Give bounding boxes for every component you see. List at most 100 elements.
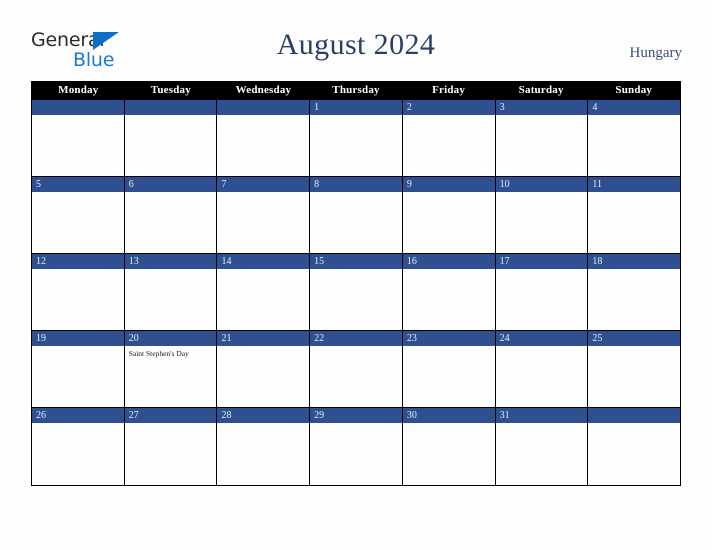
calendar-day-cell[interactable]: 6 [124,177,218,253]
calendar-day-cell[interactable]: 27 [124,408,218,485]
day-number: 1 [310,100,402,115]
calendar-day-cell[interactable]: 14 [217,254,311,330]
calendar-day-cell[interactable]: 3 [495,100,589,176]
day-events [217,192,309,253]
weekday-header-row: Monday Tuesday Wednesday Thursday Friday… [32,81,680,100]
calendar-week-row: 1234 [32,100,681,177]
day-number: 25 [588,331,681,346]
page-title: August 2024 [276,28,436,61]
weekday-header-tuesday: Tuesday [150,84,191,96]
day-number [124,100,217,115]
calendar-day-cell[interactable]: 30 [402,408,496,485]
day-number: 16 [402,254,495,269]
day-events: Saint Stephen's Day [125,346,217,407]
calendar-day-cell[interactable]: 15 [310,254,403,330]
day-number [217,100,310,115]
day-number: 9 [402,177,495,192]
day-number: 6 [124,177,217,192]
calendar-day-cell[interactable]: 7 [217,177,311,253]
day-events [217,269,309,330]
calendar-day-cell[interactable]: 4 [588,100,681,176]
weekday-header-monday: Monday [58,84,99,96]
calendar-day-cell[interactable]: 29 [310,408,403,485]
day-events [588,423,680,485]
day-number: 17 [495,254,588,269]
day-number: 13 [124,254,217,269]
weekday-header-thursday: Thursday [332,84,380,96]
day-events [125,115,217,176]
calendar-day-cell[interactable]: 23 [402,331,496,407]
calendar-day-cell[interactable]: 21 [217,331,311,407]
calendar-day-cell[interactable]: 26 [32,408,125,485]
day-number: 15 [310,254,402,269]
day-number: 10 [495,177,588,192]
day-events [496,115,588,176]
weekday-header-friday: Friday [432,84,466,96]
calendar-day-cell[interactable] [217,100,311,176]
day-events [403,192,495,253]
day-events [125,192,217,253]
day-number: 5 [32,177,124,192]
day-number: 19 [32,331,124,346]
day-number: 3 [495,100,588,115]
calendar-day-cell[interactable]: 20 Saint Stephen's Day [124,331,218,407]
calendar-day-cell[interactable]: 22 [310,331,403,407]
calendar-day-cell[interactable] [32,100,125,176]
day-events [310,346,402,407]
day-events [310,115,402,176]
day-events [403,423,495,485]
day-events [310,192,402,253]
day-number: 8 [310,177,402,192]
day-number: 4 [588,100,681,115]
calendar-day-cell[interactable] [124,100,218,176]
day-number: 14 [217,254,310,269]
calendar-day-cell[interactable]: 12 [32,254,125,330]
calendar-day-cell[interactable]: 24 [495,331,589,407]
day-number: 28 [217,408,310,423]
day-number: 27 [124,408,217,423]
calendar-grid: Monday Tuesday Wednesday Thursday Friday… [31,81,681,486]
weekday-header-sunday: Sunday [615,84,653,96]
calendar-week-row: 19 20 Saint Stephen's Day 21 22 23 24 25 [32,331,681,408]
day-number: 30 [402,408,495,423]
calendar-day-cell[interactable]: 16 [402,254,496,330]
calendar-day-cell[interactable]: 18 [588,254,681,330]
weekday-header-saturday: Saturday [518,84,564,96]
day-events [125,423,217,485]
calendar-day-cell[interactable]: 5 [32,177,125,253]
day-events [32,115,124,176]
calendar-week-row: 26 27 28 29 30 31 [32,408,681,485]
calendar-day-cell[interactable]: 28 [217,408,311,485]
calendar-day-cell[interactable]: 1 [310,100,403,176]
calendar-day-cell[interactable]: 8 [310,177,403,253]
day-events [32,423,124,485]
calendar-day-cell[interactable]: 19 [32,331,125,407]
day-number: 20 [124,331,217,346]
day-events [217,346,309,407]
day-events [588,346,680,407]
calendar-day-cell[interactable]: 2 [402,100,496,176]
day-number: 29 [310,408,402,423]
calendar-day-cell[interactable]: 31 [495,408,589,485]
calendar-day-cell[interactable] [588,408,681,485]
calendar-day-cell[interactable]: 13 [124,254,218,330]
calendar-page: General Blue August 2024 Hungary Monday … [0,0,712,550]
calendar-day-cell[interactable]: 10 [495,177,589,253]
calendar-day-cell[interactable]: 9 [402,177,496,253]
day-number: 21 [217,331,310,346]
day-events [310,423,402,485]
calendar-day-cell[interactable]: 25 [588,331,681,407]
day-events [588,269,680,330]
day-events [403,346,495,407]
calendar-day-cell[interactable]: 17 [495,254,589,330]
page-header: General Blue August 2024 Hungary [0,0,712,81]
day-number [32,100,124,115]
day-events [403,115,495,176]
day-number: 7 [217,177,310,192]
calendar-day-cell[interactable]: 11 [588,177,681,253]
holiday-event: Saint Stephen's Day [128,349,189,358]
day-events [32,269,124,330]
calendar-week-row: 12 13 14 15 16 17 18 [32,254,681,331]
day-events [217,115,309,176]
day-events [32,346,124,407]
